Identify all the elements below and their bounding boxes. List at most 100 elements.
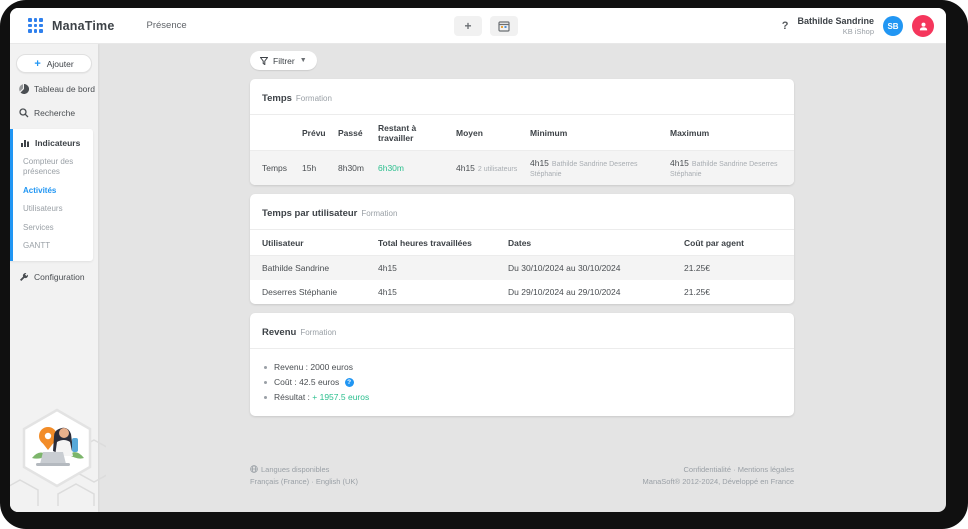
footer-languages: Langues disponibles Français (France) · … [250, 464, 358, 488]
card-subtitle: Formation [300, 328, 337, 337]
cell-user: Deserres Stéphanie [262, 287, 338, 297]
logout-button[interactable] [912, 15, 934, 37]
search-icon [19, 108, 29, 118]
funnel-icon [260, 56, 268, 65]
list-item-resultat: Résultat : + 1957.5 euros [264, 389, 794, 404]
sidebar-item-label: Tableau de bord [34, 84, 95, 94]
language-link-fr[interactable]: Français (France) [250, 477, 309, 486]
temps-table: Prévu Passé Restant à travailler Moyen M… [250, 115, 794, 185]
avatar[interactable]: SB [883, 16, 903, 36]
topbar-actions: + [454, 8, 518, 44]
language-link-en[interactable]: English (UK) [316, 477, 358, 486]
card-title-text: Revenu [262, 327, 297, 338]
help-button[interactable]: ? [782, 20, 789, 32]
sidebar-item-label: Indicateurs [35, 138, 81, 148]
table-header-row: Prévu Passé Restant à travailler Moyen M… [250, 115, 794, 151]
revenu-label: Revenu : [274, 361, 309, 372]
sidebar-item-indicators[interactable]: Indicateurs [13, 133, 93, 153]
col-dates: Dates [504, 230, 680, 256]
footer: Langues disponibles Français (France) · … [98, 464, 946, 488]
person-icon [919, 22, 927, 30]
card-temps: Temps Formation Prévu Passé Restant à tra… [250, 79, 794, 185]
sidebar-item-search[interactable]: Recherche [10, 101, 98, 125]
card-temps-title: Temps Formation [250, 79, 794, 115]
calendar-icon [498, 21, 510, 32]
user-menu[interactable]: Bathilde Sandrine KB iShop [797, 16, 874, 37]
filter-button[interactable]: Filtrer ▼ [250, 51, 317, 70]
card-title-text: Temps [262, 93, 292, 104]
analytics-icon [21, 140, 29, 147]
add-button-label: Ajouter [46, 58, 74, 69]
main-content: Filtrer ▼ Temps Formation Prévu Passé Res… [98, 44, 946, 512]
sidebar-item-label: Recherche [34, 108, 76, 118]
separator: · [311, 477, 314, 486]
card-revenu: Revenu Formation Revenu : 2000 euros Coût… [250, 313, 794, 416]
cell-cost: 21.25€ [680, 255, 794, 280]
privacy-link[interactable]: Confidentialité [683, 465, 731, 474]
sidebar-item-dashboard[interactable]: Tableau de bord [10, 77, 98, 101]
add-button[interactable]: + [454, 16, 482, 36]
apps-grid-icon[interactable] [28, 18, 43, 33]
value-passe: 8h30m [334, 150, 374, 185]
col-total: Total heures travaillées [374, 230, 504, 256]
value-restant: 6h30m [374, 150, 452, 185]
sidebar-subitem-activities[interactable]: Activités [13, 182, 93, 200]
brand-logo[interactable]: ManaTime [52, 19, 115, 33]
card-users-title: Temps par utilisateur Formation [250, 194, 794, 230]
help-circle-icon[interactable]: ? [344, 377, 354, 387]
sidebar-subitem-presence-counter[interactable]: Compteur des présences [13, 153, 93, 182]
cell-cost: 21.25€ [684, 287, 710, 297]
separator: · [733, 465, 736, 474]
col-moyen: Moyen [452, 115, 526, 151]
value-prevu: 15h [298, 150, 334, 185]
card-revenu-title: Revenu Formation [250, 313, 794, 349]
col-minimum: Minimum [526, 115, 666, 151]
sidebar-subitem-users[interactable]: Utilisateurs [13, 200, 93, 218]
value-maximum: 4h15 Bathilde Sandrine Deserres Stéphanie [666, 150, 794, 185]
cell-total: 4h15 [374, 255, 504, 280]
pie-chart-icon [19, 84, 29, 94]
table-header-row: Utilisateur Total heures travaillées Dat… [250, 230, 794, 256]
app-window: ManaTime Présence + ? Bathilde Sandrine … [10, 8, 946, 512]
col-cout: Coût par agent [680, 230, 794, 256]
resultat-value: + 1957.5 euros [312, 391, 370, 402]
value-moyen: 4h15 2 utilisateurs [452, 150, 526, 185]
sidebar: + Ajouter Tableau de bord Recherche Indi… [10, 44, 113, 512]
list-item-revenu: Revenu : 2000 euros [264, 359, 794, 374]
card-title-text: Temps par utilisateur [262, 208, 358, 219]
table-row: Deserres Stéphanie 4h15 Du 29/10/2024 au… [250, 280, 794, 304]
table-row: Temps 15h 8h30m 6h30m 4h15 2 utilisateurs… [250, 150, 794, 185]
col-passe: Passé [334, 115, 374, 151]
nav-presence[interactable]: Présence [147, 20, 187, 31]
resultat-label: Résultat : [274, 391, 310, 402]
plus-icon: + [464, 19, 472, 33]
card-subtitle: Formation [295, 94, 332, 103]
sidebar-add-button[interactable]: + Ajouter [16, 54, 92, 73]
footer-legal: Confidentialité · Mentions légales ManaS… [643, 464, 794, 488]
cell-dates: Du 30/10/2024 au 30/10/2024 [504, 255, 680, 280]
card-subtitle: Formation [361, 209, 398, 218]
user-name: Bathilde Sandrine [797, 15, 874, 26]
calendar-button[interactable] [490, 16, 518, 36]
topbar: ManaTime Présence + ? Bathilde Sandrine … [10, 8, 946, 44]
legal-notice-link[interactable]: Mentions légales [738, 465, 794, 474]
moyen-note: 2 utilisateurs [477, 166, 518, 173]
topbar-user-area: ? Bathilde Sandrine KB iShop SB [782, 8, 934, 44]
row-label: Temps [250, 150, 298, 185]
sidebar-item-label: Configuration [34, 272, 85, 283]
card-temps-par-utilisateur: Temps par utilisateur Formation Utilisate… [250, 194, 794, 304]
cout-value: 42.5 euros [299, 376, 340, 387]
cell-user: Bathilde Sandrine [250, 255, 374, 280]
copyright-text: ManaSoft® 2012-2024, Développé en France [642, 477, 794, 486]
cell-dates: Du 29/10/2024 au 29/10/2024 [508, 287, 621, 297]
chevron-down-icon: ▼ [299, 57, 307, 64]
value-minimum: 4h15 Bathilde Sandrine Deserres Stéphanie [526, 150, 666, 185]
table-row: Bathilde Sandrine 4h15 Du 30/10/2024 au … [250, 255, 794, 280]
sidebar-item-configuration[interactable]: Configuration [10, 265, 98, 289]
mascot-illustration [10, 402, 113, 512]
wrench-icon [20, 273, 28, 282]
sidebar-subitem-services[interactable]: Services [13, 219, 93, 237]
languages-title: Langues disponibles [261, 465, 330, 474]
sidebar-subitem-gantt[interactable]: GANTT [13, 237, 93, 255]
cout-label: Coût : [274, 376, 297, 387]
